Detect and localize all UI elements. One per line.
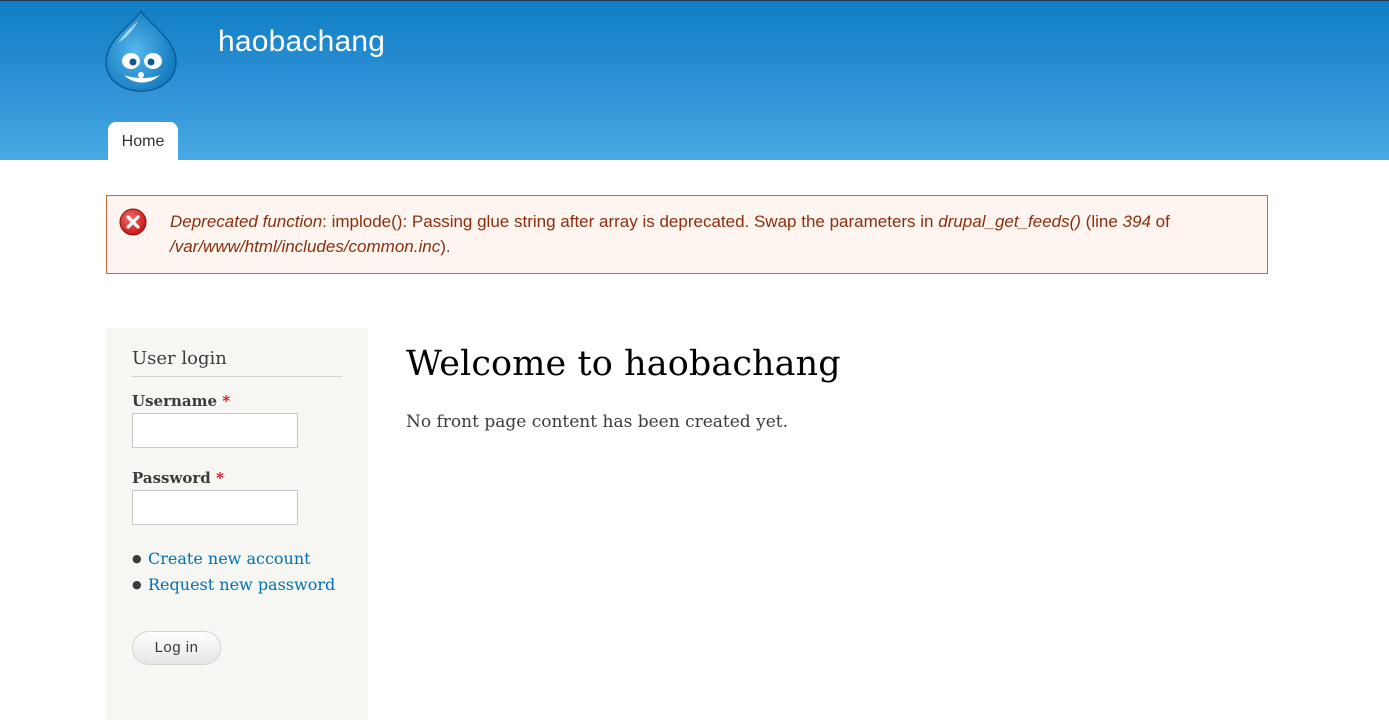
bullet-icon: ● <box>132 578 142 591</box>
create-account-link[interactable]: Create new account <box>148 549 311 568</box>
front-page-empty-text: No front page content has been created y… <box>406 412 788 432</box>
log-in-button[interactable]: Log in <box>132 631 221 665</box>
username-input[interactable] <box>132 413 298 448</box>
user-login-title: User login <box>132 348 342 377</box>
main-menu: Home <box>108 122 178 161</box>
error-type: Deprecated function <box>170 212 323 231</box>
request-password-link[interactable]: Request new password <box>148 575 335 594</box>
bullet-icon: ● <box>132 552 142 565</box>
error-text-part: : implode(): Passing glue string after a… <box>322 212 939 231</box>
drupal-drop-icon <box>105 9 177 92</box>
site-header: haobachang Home <box>0 0 1389 161</box>
username-label: Username * <box>132 392 230 410</box>
error-file-path: /var/www/html/includes/common.inc <box>170 237 441 256</box>
login-links-list: ● Create new account ● Request new passwor… <box>132 546 335 598</box>
site-name-link[interactable]: haobachang <box>218 25 385 59</box>
error-message-box: Deprecated function: implode(): Passing … <box>106 195 1268 274</box>
error-text-part: ). <box>440 237 451 256</box>
password-label-text: Password <box>132 469 211 487</box>
page-title: Welcome to haobachang <box>406 344 841 384</box>
error-text-part: of <box>1150 212 1170 231</box>
error-text-part: (line <box>1080 212 1123 231</box>
password-input[interactable] <box>132 490 298 525</box>
required-marker: * <box>216 469 224 487</box>
username-label-text: Username <box>132 392 218 410</box>
tab-home[interactable]: Home <box>108 122 178 161</box>
required-marker: * <box>222 392 231 410</box>
error-message-text: Deprecated function: implode(): Passing … <box>170 209 1250 259</box>
sidebar-first: User login Username * Password * ● Create… <box>106 328 368 720</box>
error-line-number: 394 <box>1122 212 1151 231</box>
password-label: Password * <box>132 469 224 487</box>
list-item: ● Request new password <box>132 572 335 598</box>
drupal-logo[interactable] <box>104 9 178 93</box>
error-function: drupal_get_feeds() <box>938 212 1081 231</box>
list-item: ● Create new account <box>132 546 335 572</box>
error-x-icon <box>119 208 147 236</box>
